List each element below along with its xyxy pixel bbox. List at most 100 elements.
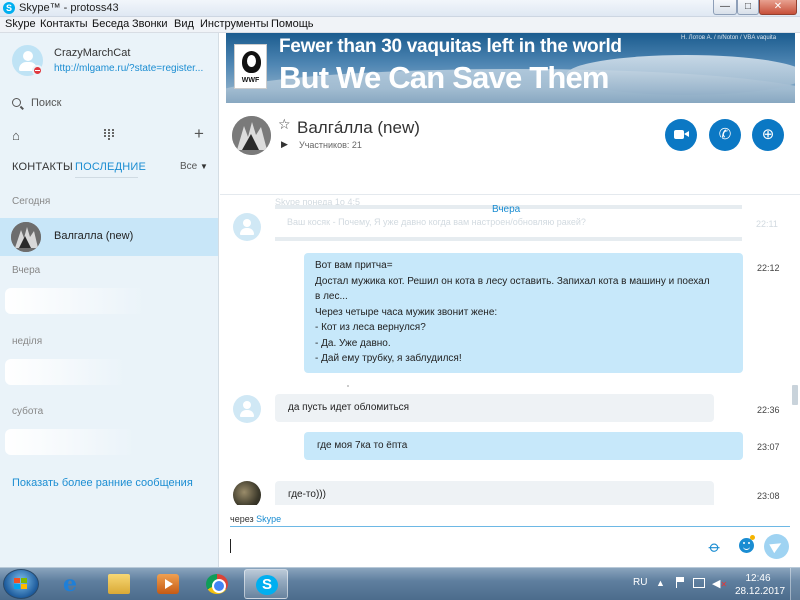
sidebar: CrazyMarchCat http://mlgame.ru/?state=re… xyxy=(0,33,219,567)
menu-contacts[interactable]: Контакты xyxy=(40,18,88,30)
filter-label: Все xyxy=(180,161,198,172)
message-bubble-incoming[interactable]: где-то))) xyxy=(275,481,714,505)
wwf-logo: WWF xyxy=(234,44,267,89)
close-button[interactable]: ✕ xyxy=(759,0,797,15)
faded-message-bar xyxy=(275,237,742,241)
tab-contacts[interactable]: КОНТАКТЫ xyxy=(12,161,73,173)
menu-tools[interactable]: Инструменты xyxy=(200,18,269,30)
title-bar: S Skype™ - protoss43 — □ ✕ xyxy=(0,0,800,17)
volume-muted-icon[interactable]: ◀✕ xyxy=(712,577,727,590)
via-skype-link[interactable]: Skype xyxy=(256,514,281,524)
menu-help[interactable]: Помощь xyxy=(271,18,314,30)
taskbar-media-player[interactable] xyxy=(146,569,190,599)
message-bubble-outgoing[interactable]: Вот вам притча= Достал мужика кот. Решил… xyxy=(304,253,743,373)
home-icon[interactable]: ⌂ xyxy=(12,128,20,143)
message-line: Достал мужика кот. Решил он кота в лесу … xyxy=(315,275,710,287)
hidden-contact-item[interactable] xyxy=(5,288,145,314)
network-icon[interactable] xyxy=(693,578,705,588)
ad-banner[interactable]: WWF Fewer than 30 vaquitas left in the w… xyxy=(226,33,795,103)
tab-recent[interactable]: ПОСЛЕДНИЕ xyxy=(75,161,146,173)
recent-item-valhalla[interactable]: Валгалла (new) xyxy=(0,218,218,256)
taskbar-skype[interactable]: S xyxy=(244,569,288,599)
compose-divider xyxy=(230,526,790,527)
search-bar[interactable]: Поиск xyxy=(0,91,218,115)
message-line: - Да. Уже давно. xyxy=(315,337,391,349)
taskbar-internet-explorer[interactable]: e xyxy=(48,569,92,599)
window-title: Skype™ - protoss43 xyxy=(19,2,119,14)
via-prefix: через xyxy=(230,514,254,524)
show-desktop-button[interactable] xyxy=(790,568,800,600)
show-earlier-messages-link[interactable]: Показать более ранние сообщения xyxy=(12,477,193,489)
recent-filter-dropdown[interactable]: Все ▼ xyxy=(180,161,208,172)
hidden-contact-item[interactable] xyxy=(5,359,125,385)
panda-icon xyxy=(242,51,261,73)
action-center-flag-icon[interactable] xyxy=(676,577,685,588)
add-participant-button[interactable]: ⊕ xyxy=(752,119,784,151)
dialpad-icon[interactable] xyxy=(104,129,114,140)
emoticon-badge xyxy=(750,535,755,540)
send-button[interactable] xyxy=(764,534,789,559)
chat-title[interactable]: Валгáлла (new) xyxy=(297,118,420,138)
maximize-button[interactable]: □ xyxy=(737,0,759,15)
menu-view[interactable]: Вид xyxy=(174,18,194,30)
faded-message-text: Ваш косяк - Почему, Я уже давно когда ва… xyxy=(287,217,586,227)
chat-avatar[interactable] xyxy=(232,116,271,155)
menu-calls[interactable]: Звонки xyxy=(132,18,168,30)
skype-icon: S xyxy=(256,575,278,595)
message-line: Через четыре часа мужик звонит жене: xyxy=(315,306,498,318)
message-scrollbar-thumb[interactable] xyxy=(792,385,798,405)
wwf-logo-text: WWF xyxy=(241,77,260,84)
start-button[interactable] xyxy=(3,569,39,599)
expand-participants-icon[interactable]: ▶ xyxy=(281,139,288,150)
skype-app-icon: S xyxy=(3,2,15,14)
message-text: да пусть идет обломиться xyxy=(288,402,410,413)
attach-file-icon[interactable]: ⌀ xyxy=(704,537,725,558)
minimize-button[interactable]: — xyxy=(713,0,737,15)
group-avatar xyxy=(11,222,41,252)
voice-call-button[interactable]: ✆ xyxy=(709,119,741,151)
show-hidden-icons-arrow-icon[interactable]: ▲ xyxy=(656,578,665,588)
system-clock[interactable]: 12:46 28.12.2017 xyxy=(735,572,786,598)
faded-message-time: 22:11 xyxy=(756,219,778,229)
media-player-icon xyxy=(157,574,179,594)
internet-explorer-icon: e xyxy=(63,571,77,597)
hidden-contact-item[interactable] xyxy=(5,429,135,455)
chevron-down-icon: ▼ xyxy=(200,162,208,171)
phone-icon: ✆ xyxy=(718,126,732,143)
menu-conversation[interactable]: Беседа xyxy=(92,18,129,30)
via-skype-label: через Skype xyxy=(230,514,281,524)
dot-divider xyxy=(347,385,349,387)
banner-credit: Н. Лотов А. / n/Noton / VBA vaquita xyxy=(681,35,777,41)
participants-count[interactable]: Участников: 21 xyxy=(299,140,362,150)
taskbar-explorer[interactable] xyxy=(97,569,141,599)
banner-headline: Fewer than 30 vaquitas left in the world xyxy=(279,36,622,57)
sender-avatar[interactable] xyxy=(233,395,261,423)
taskbar-chrome[interactable] xyxy=(195,569,239,599)
message-text: где моя 7ка то ёпта xyxy=(317,440,408,451)
menu-bar: Skype Контакты Беседа Звонки Вид Инструм… xyxy=(0,17,800,33)
tab-underline xyxy=(75,177,138,178)
message-list: Skype понеда 1о 4:5 Ваш косяк - Почему, … xyxy=(220,195,800,505)
do-not-disturb-status-icon[interactable] xyxy=(32,65,43,76)
message-line: - Кот из леса вернулся? xyxy=(315,322,426,333)
emoticon-icon[interactable] xyxy=(739,538,754,553)
message-bubble-incoming[interactable]: да пусть идет обломиться xyxy=(275,394,714,422)
message-input-caret[interactable] xyxy=(230,539,231,553)
message-bubble-outgoing[interactable]: где моя 7ка то ёпта xyxy=(304,432,743,460)
sender-avatar[interactable] xyxy=(233,213,261,241)
clock-date: 28.12.2017 xyxy=(735,586,786,597)
message-time: 23:07 xyxy=(757,442,780,452)
conversation-pane: WWF Fewer than 30 vaquitas left in the w… xyxy=(220,33,800,567)
message-time: 22:36 xyxy=(757,405,780,415)
favorite-star-icon[interactable]: ☆ xyxy=(278,116,291,133)
profile-name[interactable]: CrazyMarchCat xyxy=(54,47,130,59)
add-contact-plus-icon[interactable]: + xyxy=(194,124,204,144)
profile-mood-message[interactable]: http://mlgame.ru/?state=register... xyxy=(54,63,204,74)
video-camera-icon xyxy=(674,130,689,139)
language-indicator[interactable]: RU xyxy=(633,577,647,588)
message-time: 22:12 xyxy=(757,263,780,273)
sender-avatar[interactable] xyxy=(233,481,261,505)
chrome-icon xyxy=(206,574,228,594)
video-call-button[interactable] xyxy=(665,119,697,151)
menu-skype[interactable]: Skype xyxy=(5,18,36,30)
